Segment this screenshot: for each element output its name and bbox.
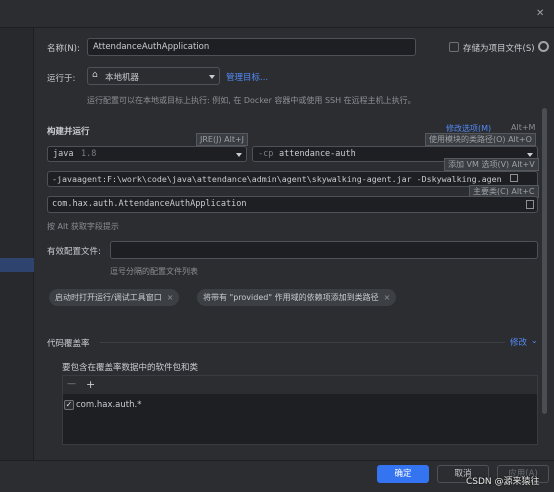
coverage-entry-pattern: com.hax.auth.* [76,400,142,410]
chip-label: 启动时打开运行/调试工具窗口 [55,293,162,302]
store-as-project-checkbox[interactable] [449,42,459,52]
coverage-title: 代码覆盖率 [47,339,90,349]
store-as-project-label: 存储为项目文件(S) [463,44,535,54]
profiles-hint: 逗号分隔的配置文件列表 [110,267,198,276]
jre-version: 1.8 [81,149,97,159]
alt-hint: 按 Alt 获取字段提示 [47,222,119,231]
browse-class-icon[interactable] [526,200,534,209]
classpath-prefix: -cp [258,149,274,159]
tip-add-vm-options: 添加 VM 选项(V) Alt+V [444,158,539,171]
chevron-down-icon [209,75,215,79]
home-icon: ⌂ [92,70,98,80]
add-icon[interactable]: + [86,378,95,391]
coverage-include-label: 要包含在覆盖率数据中的软件包和类 [62,363,199,373]
classpath-value: attendance-auth [279,149,356,159]
chevron-down-icon [236,153,242,157]
coverage-entry-checkbox[interactable]: ✓ [64,400,74,410]
name-input-value: AttendanceAuthApplication [93,42,210,52]
profiles-input[interactable] [110,241,538,259]
close-icon[interactable]: ✕ [536,8,544,19]
watermark: CSDN @源来猿往 [466,477,540,487]
run-on-label: 运行于: [47,74,76,84]
build-section-title: 构建并运行 [47,127,90,137]
coverage-separator [100,342,505,343]
profiles-label: 有效配置文件: [47,247,101,257]
main-class-value: com.hax.auth.AttendanceAuthApplication [52,199,247,209]
chevron-down-icon [527,153,533,157]
name-label: 名称(N): [47,44,80,54]
store-as-project-gear-icon[interactable] [538,41,549,52]
coverage-modify-link[interactable]: 修改 [510,336,527,348]
dialog-title-bar [0,0,554,28]
run-on-value: 本地机器 [105,73,140,83]
chevron-down-icon: ⌄ [531,336,538,345]
chip-label: 将带有 "provided" 作用域的依赖项添加到类路径 [203,293,379,302]
close-icon[interactable]: × [384,293,391,302]
name-input[interactable]: AttendanceAuthApplication [87,38,416,56]
tip-use-module-classpath: 使用模块的类路径(O) Alt+O [425,133,536,146]
modify-options-shortcut: Alt+M [511,123,536,132]
vm-options-value: -javaagent:F:\work\code\java\attendance\… [52,174,502,184]
chip-provided-scope[interactable]: 将带有 "provided" 作用域的依赖项添加到类路径 × [197,289,397,306]
remove-icon[interactable]: — [67,379,76,389]
jre-select[interactable]: java 1.8 [47,146,247,162]
run-on-select[interactable]: ⌂ 本地机器 [87,67,220,85]
expand-field-icon[interactable] [510,174,518,182]
tip-jre: JRE(J) Alt+J [196,133,249,146]
jre-value: java [53,149,74,159]
left-config-tree [0,28,34,460]
coverage-toolbar [63,376,537,394]
manage-targets-link[interactable]: 管理目标... [226,71,268,83]
chip-open-run-window[interactable]: 启动时打开运行/调试工具窗口 × [49,289,180,306]
vm-options-input[interactable]: -javaagent:F:\work\code\java\attendance\… [47,171,538,187]
tree-selected-item[interactable] [0,258,34,272]
form-scrollbar[interactable] [542,108,547,414]
main-class-input[interactable]: com.hax.auth.AttendanceAuthApplication [47,196,538,213]
close-icon[interactable]: × [167,293,174,302]
ok-button[interactable]: 确定 [377,465,429,483]
run-on-hint: 运行配置可以在本地或目标上执行: 例如, 在 Docker 容器中或使用 SSH… [87,96,416,105]
